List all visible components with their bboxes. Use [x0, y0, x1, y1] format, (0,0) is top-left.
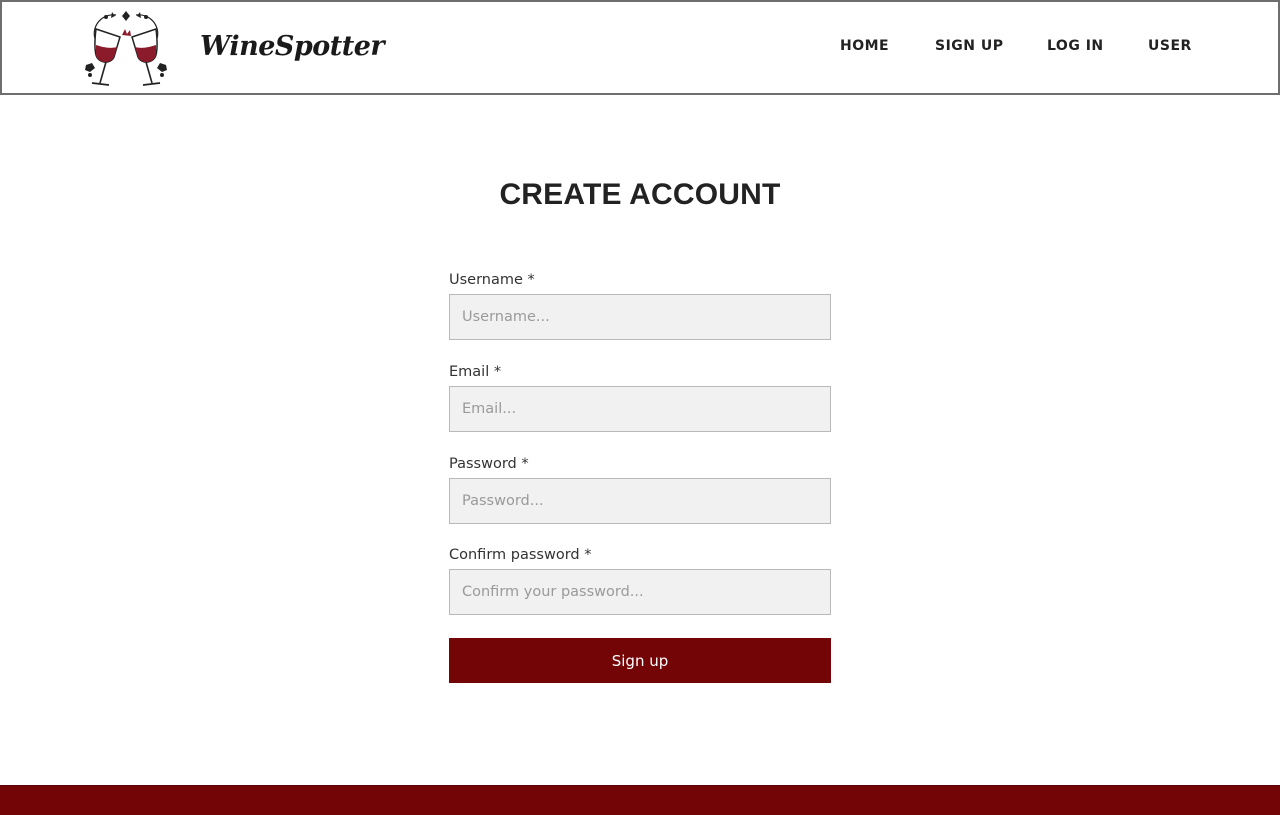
- nav-link-signup[interactable]: SIGN UP: [935, 38, 1004, 54]
- main-nav: HOME SIGN UP LOG IN USER: [2, 38, 1278, 60]
- password-label: Password *: [449, 456, 529, 472]
- confirm-password-field[interactable]: [449, 569, 831, 615]
- confirm-password-label: Confirm password *: [449, 547, 592, 563]
- nav-link-user[interactable]: USER: [1148, 38, 1192, 54]
- nav-link-login[interactable]: LOG IN: [1047, 38, 1104, 54]
- page: WineSpotter HOME SIGN UP LOG IN USER CRE…: [0, 0, 1280, 815]
- site-header: WineSpotter HOME SIGN UP LOG IN USER: [0, 0, 1280, 95]
- page-title: CREATE ACCOUNT: [499, 178, 781, 211]
- site-footer: [0, 785, 1280, 815]
- username-field[interactable]: [449, 294, 831, 340]
- email-field[interactable]: [449, 386, 831, 432]
- signup-button[interactable]: Sign up: [449, 638, 831, 683]
- username-label: Username *: [449, 272, 535, 288]
- nav-link-home[interactable]: HOME: [840, 38, 889, 54]
- password-field[interactable]: [449, 478, 831, 524]
- email-label: Email *: [449, 364, 502, 380]
